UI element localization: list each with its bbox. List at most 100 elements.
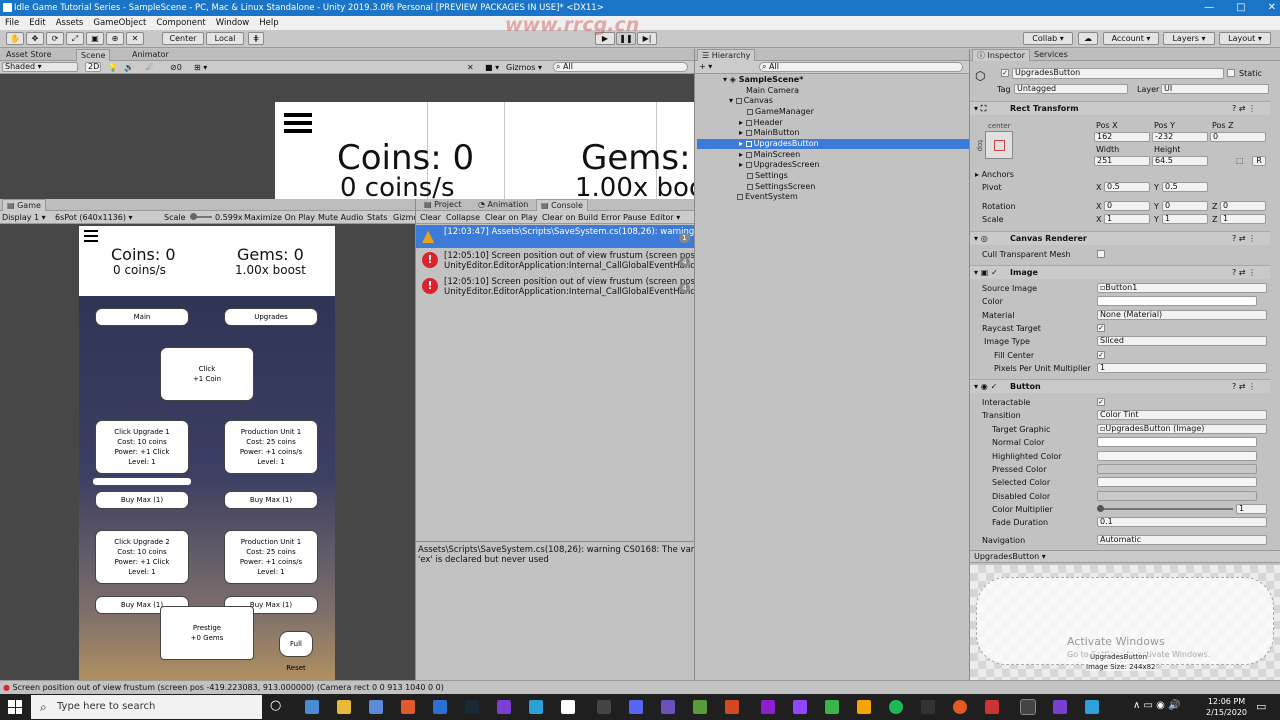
production-unit-1-button[interactable]: Production Unit 1 Cost: 25 coins Power: +1… <box>224 420 318 474</box>
scale-z-field[interactable]: 1 <box>1220 214 1266 224</box>
game-main-button[interactable]: Main <box>95 308 189 326</box>
display-dropdown[interactable]: Display 1 ▾ <box>2 212 46 224</box>
anchors-foldout[interactable]: ▸ Anchors <box>975 170 1014 179</box>
pivot-center-toggle[interactable]: Center <box>162 32 204 45</box>
close-button[interactable]: ✕ <box>1268 0 1276 16</box>
2d-toggle[interactable]: 2D <box>85 62 101 72</box>
pivot-y-field[interactable]: 0.5 <box>1162 182 1208 192</box>
audio-icon[interactable]: 🔊 <box>124 62 134 74</box>
posy-field[interactable]: -232 <box>1152 132 1208 142</box>
layers-dropdown[interactable]: Layers ▾ <box>1163 32 1215 45</box>
store-icon[interactable] <box>369 700 383 714</box>
tab-inspector[interactable]: ⓘ Inspector <box>972 49 1030 61</box>
steam-icon[interactable] <box>465 700 479 714</box>
width-field[interactable]: 251 <box>1094 156 1150 166</box>
console-clear-on-play-toggle[interactable]: Clear on Play <box>485 212 538 224</box>
console-error-pause-toggle[interactable]: Error Pause <box>601 212 647 224</box>
selected-color-swatch[interactable] <box>1097 477 1257 487</box>
raw-edit-button[interactable]: R <box>1252 156 1266 166</box>
maximize-on-play-toggle[interactable]: Maximize On Play <box>244 212 315 224</box>
pu1-buy-max-button[interactable]: Buy Max (1) <box>224 491 318 509</box>
tab-asset-store[interactable]: Asset Store <box>2 49 56 61</box>
tab-scene[interactable]: Scene <box>76 49 111 61</box>
disabled-color-swatch[interactable] <box>1097 491 1257 501</box>
layout-dropdown[interactable]: Layout ▾ <box>1219 32 1271 45</box>
normal-color-swatch[interactable] <box>1097 437 1257 447</box>
tab-animator[interactable]: Animator <box>128 49 173 61</box>
mute-audio-toggle[interactable]: Mute Audio <box>318 212 363 224</box>
brave-icon[interactable] <box>401 700 415 714</box>
vs-active-icon[interactable] <box>1053 700 1067 714</box>
tray-icons[interactable]: ∧ ▭ ◉ 🔊 <box>1133 700 1180 711</box>
height-field[interactable]: 64.5 <box>1152 156 1208 166</box>
create-dropdown[interactable]: + ▾ <box>699 61 712 73</box>
raycast-checkbox[interactable]: ✓ <box>1097 324 1105 332</box>
pivot-local-toggle[interactable]: Local <box>206 32 244 45</box>
red-app-icon[interactable] <box>985 700 999 714</box>
highlighted-color-swatch[interactable] <box>1097 451 1257 461</box>
streamlabs-icon[interactable] <box>761 700 775 714</box>
rect-transform-header[interactable]: ▾ ⛶ Rect Transform? ⇄ ⋮ <box>970 101 1270 115</box>
menu-window[interactable]: Window <box>216 16 250 30</box>
menu-component[interactable]: Component <box>156 16 205 30</box>
rotation-x-field[interactable]: 0 <box>1104 201 1150 211</box>
scale-slider[interactable] <box>190 213 212 220</box>
cu1-buy-max-button[interactable]: Buy Max (1) <box>95 491 189 509</box>
cloud-icon[interactable]: ☁ <box>1078 32 1098 45</box>
hierarchy-item-canvas[interactable]: ▾ Canvas <box>697 96 773 106</box>
scale-tool-icon[interactable]: ⤢ <box>66 32 84 45</box>
globe-icon[interactable] <box>529 700 543 714</box>
click-upgrade-1-button[interactable]: Click Upgrade 1 Cost: 10 coins Power: +1 C… <box>95 420 189 474</box>
tab-game[interactable]: ▤ Game <box>2 199 46 211</box>
hierarchy-item-gamemanager[interactable]: GameManager <box>697 107 814 117</box>
hierarchy-item-mainbutton[interactable]: ▸ MainButton <box>697 128 799 138</box>
stats-toggle[interactable]: Stats <box>367 212 387 224</box>
light-icon[interactable]: 💡 <box>108 62 118 74</box>
tab-project[interactable]: ▤ Project <box>420 199 465 211</box>
camera-icon[interactable]: ■ ▾ <box>485 62 499 74</box>
shading-mode-dropdown[interactable]: Shaded ▾ <box>2 62 78 72</box>
pressed-color-swatch[interactable] <box>1097 464 1257 474</box>
transition-dropdown[interactable]: Color Tint <box>1097 410 1267 420</box>
color-multiplier-field[interactable]: 1 <box>1236 504 1267 514</box>
static-checkbox[interactable] <box>1227 69 1235 77</box>
preview-header[interactable]: UpgradesButton ▾ <box>970 550 1280 563</box>
transform-tool-icon[interactable]: ⊕ <box>106 32 124 45</box>
hierarchy-item-header[interactable]: ▸ Header <box>697 118 783 128</box>
tools-icon[interactable]: ✕ <box>467 62 474 74</box>
scale-y-field[interactable]: 1 <box>1162 214 1208 224</box>
target-graphic-field[interactable]: ▫UpgradesButton (Image) <box>1097 424 1267 434</box>
c-app-icon[interactable] <box>597 700 611 714</box>
account-dropdown[interactable]: Account ▾ <box>1103 32 1159 45</box>
posz-field[interactable]: 0 <box>1210 132 1266 142</box>
menu-gameobject[interactable]: GameObject <box>93 16 146 30</box>
gizmos-dropdown[interactable]: Gizmos ▾ <box>506 62 542 74</box>
tab-console[interactable]: ▤ Console <box>536 199 588 211</box>
hierarchy-scene-root[interactable]: ▾ ◈ SampleScene* <box>697 75 967 85</box>
minimize-button[interactable]: — <box>1204 0 1214 16</box>
object-name-field[interactable]: UpgradesButton <box>1012 68 1224 79</box>
menu-edit[interactable]: Edit <box>29 16 45 30</box>
visual-studio-icon[interactable] <box>497 700 511 714</box>
image-type-dropdown[interactable]: Sliced <box>1097 336 1267 346</box>
status-bar[interactable]: ● Screen position out of view frustum (s… <box>0 680 1280 694</box>
menu-help[interactable]: Help <box>259 16 278 30</box>
notification-icon[interactable]: ▭ <box>1256 700 1266 713</box>
file-explorer-icon[interactable] <box>337 700 351 714</box>
click-upgrade-2-button[interactable]: Click Upgrade 2 Cost: 10 coins Power: +1 C… <box>95 530 189 584</box>
hierarchy-item-upgradesscreen[interactable]: ▸ UpgradesScreen <box>697 160 819 170</box>
console-log-row[interactable]: ▲ [12:03:47] Assets\Scripts\SaveSystem.c… <box>416 225 695 248</box>
move-tool-icon[interactable]: ✥ <box>26 32 44 45</box>
tab-services[interactable]: Services <box>1030 49 1072 61</box>
unity-hub-icon[interactable] <box>561 700 575 714</box>
tab-animation[interactable]: ◔ Animation <box>474 199 532 211</box>
interactable-checkbox[interactable]: ✓ <box>1097 398 1105 406</box>
fade-duration-field[interactable]: 0.1 <box>1097 517 1267 527</box>
rotate-tool-icon[interactable]: ⟳ <box>46 32 64 45</box>
taskbar-search-input[interactable]: ⌕ Type here to search <box>31 695 262 719</box>
navigation-dropdown[interactable]: Automatic <box>1097 535 1267 545</box>
blueprint-mode-icon[interactable]: ⬚ <box>1236 156 1244 165</box>
hierarchy-item-settingsscreen[interactable]: SettingsScreen <box>697 182 815 192</box>
prestige-button[interactable]: Prestige +0 Gems <box>160 606 254 660</box>
console-log-row[interactable]: ! [12:05:10] Screen position out of view… <box>416 275 695 299</box>
